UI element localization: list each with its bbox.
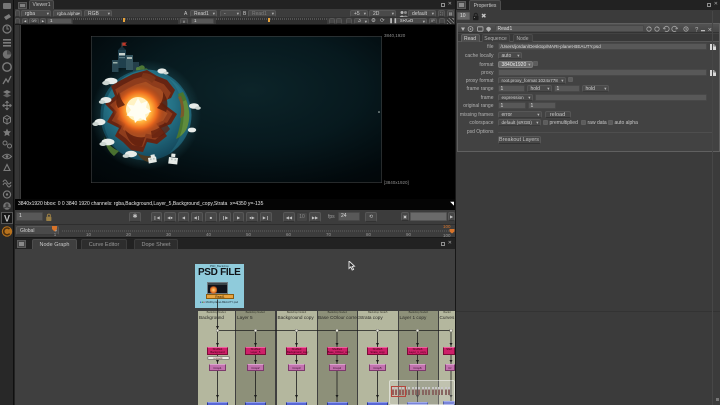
- svg-text:?: ?: [695, 27, 699, 33]
- svg-text:V: V: [4, 214, 10, 224]
